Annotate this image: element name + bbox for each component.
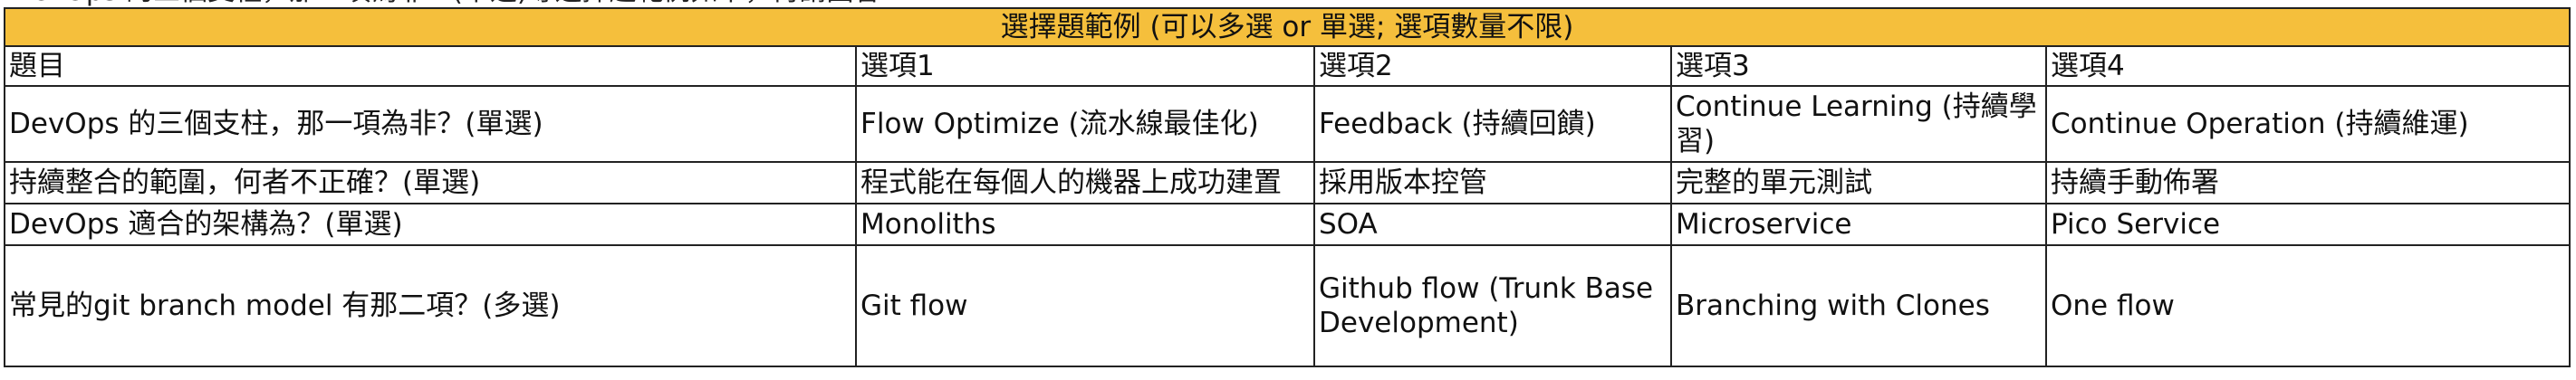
option-cell: Git flow: [855, 244, 1315, 367]
option-cell: Github flow (Trunk Base Development): [1313, 244, 1672, 367]
table-header-row: 題目 選項1 選項2 選項3 選項4: [4, 45, 2571, 87]
option-cell: 採用版本控管: [1313, 161, 1672, 204]
table-title-row: 選擇題範例 (可以多選 or 單選; 選項數量不限): [3, 7, 2571, 47]
header-option-1: 選項1: [855, 45, 1315, 87]
header-option-2: 選項2: [1313, 45, 1672, 87]
question-cell: DevOps 適合的架構為？(單選): [4, 203, 857, 246]
header-option-4: 選項4: [2044, 45, 2571, 87]
option-cell: Pico Service: [2044, 203, 2571, 246]
option-cell: Branching with Clones: [1670, 244, 2047, 367]
option-cell: SOA: [1313, 203, 1672, 246]
option-cell: 完整的單元測試: [1670, 161, 2047, 204]
quiz-table: 選擇題範例 (可以多選 or 單選; 選項數量不限) 題目 選項1 選項2 選項…: [3, 7, 2571, 367]
option-cell: Microservice: [1670, 203, 2047, 246]
option-cell: Feedback (持續回饋): [1313, 85, 1672, 163]
clipped-top-text: DevOps 的三個支柱，那一項為非？(單選)等選擇題範例如下，再請回答: [0, 0, 2576, 7]
question-cell: 常見的git branch model 有那二項？(多選): [4, 244, 857, 367]
question-cell: 持續整合的範圍，何者不正確？(單選): [4, 161, 857, 204]
table-row: 持續整合的範圍，何者不正確？(單選) 程式能在每個人的機器上成功建置 採用版本控…: [4, 161, 2571, 204]
table-row: 常見的git branch model 有那二項？(多選) Git flow G…: [4, 244, 2571, 367]
table-title: 選擇題範例 (可以多選 or 單選; 選項數量不限): [3, 7, 2571, 47]
header-option-3: 選項3: [1670, 45, 2047, 87]
option-cell: 程式能在每個人的機器上成功建置: [855, 161, 1315, 204]
option-cell: One flow: [2044, 244, 2571, 367]
header-question: 題目: [4, 45, 857, 87]
option-cell: Monoliths: [855, 203, 1315, 246]
option-cell: Flow Optimize (流水線最佳化): [855, 85, 1315, 163]
table-row: DevOps 適合的架構為？(單選) Monoliths SOA Microse…: [4, 203, 2571, 246]
option-cell: Continue Operation (持續維運): [2044, 85, 2571, 163]
option-cell: 持續手動佈署: [2044, 161, 2571, 204]
question-cell: DevOps 的三個支柱，那一項為非？(單選): [4, 85, 857, 163]
table-row: DevOps 的三個支柱，那一項為非？(單選) Flow Optimize (流…: [4, 85, 2571, 163]
option-cell: Continue Learning (持續學習): [1670, 85, 2047, 163]
top-text: DevOps 的三個支柱，那一項為非？(單選)等選擇題範例如下，再請回答: [11, 0, 881, 7]
